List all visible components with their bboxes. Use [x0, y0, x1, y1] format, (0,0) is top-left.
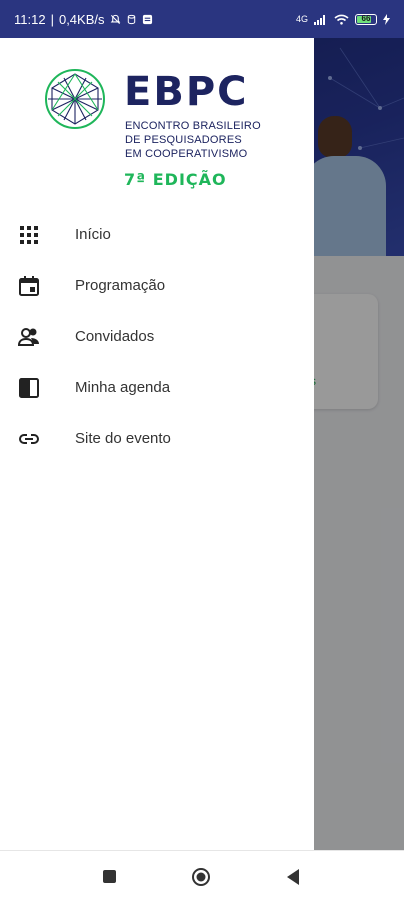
network-type: 4G [295, 14, 308, 24]
menu-item-minha-agenda[interactable]: Minha agenda [0, 363, 314, 414]
home-button[interactable] [191, 867, 211, 887]
agenda-icon [19, 378, 39, 398]
menu-item-inicio[interactable]: Início [0, 210, 314, 261]
menu-label: Site do evento [75, 430, 171, 447]
logo-brand: EBPC [124, 69, 249, 115]
link-icon [19, 434, 39, 444]
notifications-off-icon [110, 14, 120, 24]
storage-icon [127, 14, 135, 24]
navigation-drawer: EBPC ENCONTRO BRASILEIRO DE PESQUISADORE… [0, 38, 314, 850]
status-bar: 11:12 | 0,4KB/s 4G 66 [0, 0, 404, 38]
signal-icon [314, 14, 325, 25]
battery-level: 66 [361, 13, 371, 23]
battery-icon: 66 [355, 13, 377, 25]
drawer-menu: Início Programação Convidados Minha agen… [0, 210, 314, 465]
logo-line-2: DE PESQUISADORES [125, 134, 242, 146]
ebpc-logo: EBPC ENCONTRO BRASILEIRO DE PESQUISADORE… [44, 68, 284, 200]
menu-item-convidados[interactable]: Convidados [0, 312, 314, 363]
grid-icon [20, 226, 38, 244]
status-speed: 0,4KB/s [58, 11, 105, 27]
menu-item-programacao[interactable]: Programação [0, 261, 314, 312]
charging-icon [383, 13, 390, 25]
logo-edition: 7ª EDIÇÃO [124, 170, 227, 189]
menu-label: Minha agenda [75, 379, 171, 396]
menu-label: Programação [75, 277, 166, 294]
menu-label: Convidados [75, 328, 155, 345]
globe-logo-icon [45, 69, 105, 129]
recent-apps-button[interactable] [103, 870, 116, 883]
status-time: 11:12 [14, 11, 46, 27]
calendar-icon [19, 276, 39, 296]
wifi-icon [334, 14, 349, 25]
system-nav-bar [0, 850, 404, 901]
menu-item-site-do-evento[interactable]: Site do evento [0, 414, 314, 465]
menu-label: Início [75, 226, 111, 243]
logo-line-3: EM COOPERATIVISMO [125, 148, 248, 160]
logo-line-1: ENCONTRO BRASILEIRO [125, 120, 261, 132]
back-button[interactable] [285, 868, 301, 886]
people-icon [18, 328, 39, 346]
app-notification-icon [142, 14, 152, 24]
